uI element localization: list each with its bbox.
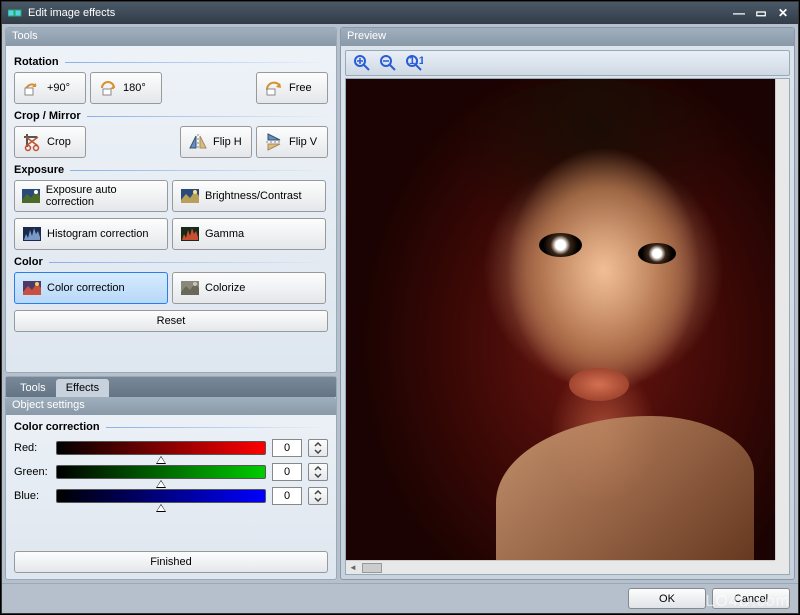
gamma-button[interactable]: Gamma [172,218,326,250]
histogram-label: Histogram correction [47,228,148,240]
rotate-90-icon [21,77,43,99]
flip-h-icon [187,131,209,153]
finished-button[interactable]: Finished [14,551,328,573]
crop-label: Crop [47,136,71,148]
rotate-free-button[interactable]: Free [256,72,328,104]
blue-slider[interactable] [56,489,266,503]
green-reset-button[interactable] [308,463,328,481]
scroll-corner [775,560,789,574]
red-slider-thumb[interactable] [156,456,166,464]
left-panel: Tools Rotation +90° 180° [5,27,337,580]
brightness-contrast-button[interactable]: Brightness/Contrast [172,180,326,212]
flip-v-icon [263,131,285,153]
colorize-label: Colorize [205,282,245,294]
blue-label: Blue: [14,490,50,502]
ok-button[interactable]: OK [628,588,706,609]
vertical-scrollbar[interactable] [775,79,789,560]
rotate-90-label: +90° [47,82,70,94]
blue-reset-button[interactable] [308,487,328,505]
green-slider-thumb[interactable] [156,480,166,488]
zoom-out-button[interactable] [376,52,400,74]
brightness-label: Brightness/Contrast [205,190,302,202]
window: Edit image effects — ▭ ✕ Tools Rotation … [1,1,799,614]
rotation-section-title: Rotation [14,56,328,68]
exposure-section-title: Exposure [14,164,328,176]
green-slider-row: Green: 0 [14,463,328,481]
flip-h-button[interactable]: Flip H [180,126,252,158]
tab-tools[interactable]: Tools [10,379,56,397]
green-label: Green: [14,466,50,478]
app-icon [8,8,22,18]
color-section-title: Color [14,256,328,268]
cropmirror-section-title: Crop / Mirror [14,110,328,122]
histogram-icon [21,223,43,245]
blue-value[interactable]: 0 [272,487,302,505]
rotate-180-icon [97,77,119,99]
rotate-180-label: 180° [123,82,146,94]
red-slider[interactable] [56,441,266,455]
preview-header: Preview [341,28,794,46]
maximize-button[interactable]: ▭ [752,6,770,20]
preview-image[interactable] [346,79,775,560]
cancel-button[interactable]: Cancel [712,588,790,609]
colorize-button[interactable]: Colorize [172,272,326,304]
color-correction-button[interactable]: Color correction [14,272,168,304]
preview-panel: Preview 1:1 [340,27,795,580]
settings-header: Object settings [6,397,336,415]
reset-button[interactable]: Reset [14,310,328,332]
green-value[interactable]: 0 [272,463,302,481]
gamma-icon [179,223,201,245]
tools-pane: Tools Rotation +90° 180° [5,27,337,373]
close-button[interactable]: ✕ [774,6,792,20]
rotate-90-button[interactable]: +90° [14,72,86,104]
red-reset-button[interactable] [308,439,328,457]
blue-slider-row: Blue: 0 [14,487,328,505]
preview-area [345,78,790,575]
zoom-actual-button[interactable]: 1:1 [402,52,426,74]
color-correction-icon [21,277,43,299]
titlebar: Edit image effects — ▭ ✕ [2,2,798,24]
rotate-free-icon [263,77,285,99]
window-title: Edit image effects [28,7,730,19]
brightness-icon [179,185,201,207]
minimize-button[interactable]: — [730,6,748,20]
exposure-auto-button[interactable]: Exposure auto correction [14,180,168,212]
blue-slider-thumb[interactable] [156,504,166,512]
flip-v-label: Flip V [289,136,317,148]
exposure-auto-icon [21,185,42,207]
gamma-label: Gamma [205,228,244,240]
histogram-button[interactable]: Histogram correction [14,218,168,250]
tabs: Tools Effects [6,377,336,397]
exposure-auto-label: Exposure auto correction [46,184,161,208]
red-slider-row: Red: 0 [14,439,328,457]
content: Tools Rotation +90° 180° [2,24,798,583]
horizontal-scrollbar[interactable] [346,560,775,574]
colorcorr-section-title: Color correction [14,421,328,433]
preview-toolbar: 1:1 [345,50,790,76]
crop-button[interactable]: Crop [14,126,86,158]
flip-v-button[interactable]: Flip V [256,126,328,158]
tab-effects[interactable]: Effects [56,379,109,397]
rotate-180-button[interactable]: 180° [90,72,162,104]
zoom-in-button[interactable] [350,52,374,74]
tools-header: Tools [6,28,336,46]
crop-icon [21,131,43,153]
green-slider[interactable] [56,465,266,479]
footer: OK Cancel [2,583,798,613]
color-correction-label: Color correction [47,282,125,294]
settings-pane: Tools Effects Object settings Color corr… [5,376,337,580]
rotate-free-label: Free [289,82,312,94]
flip-h-label: Flip H [213,136,242,148]
red-value[interactable]: 0 [272,439,302,457]
colorize-icon [179,277,201,299]
svg-text:1:1: 1:1 [409,55,423,67]
red-label: Red: [14,442,50,454]
